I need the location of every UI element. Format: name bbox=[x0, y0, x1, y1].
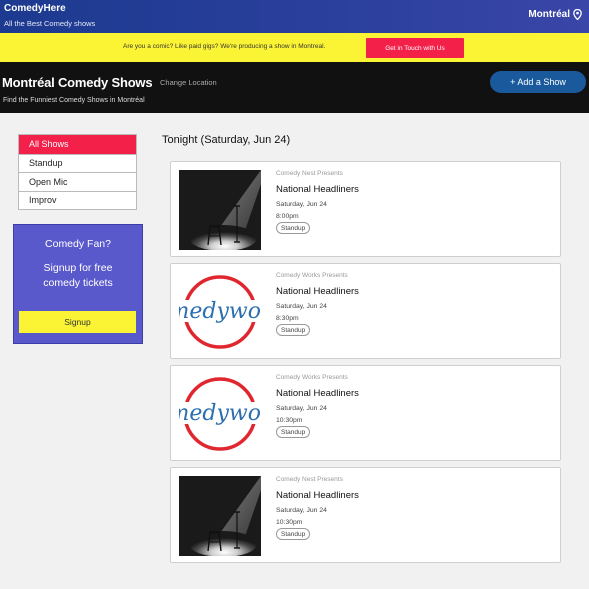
comedyworks-logo-image: medywor bbox=[179, 374, 261, 454]
page-header: Montréal Comedy Shows Change Location Fi… bbox=[0, 62, 589, 113]
spotlight-stage-image bbox=[179, 476, 261, 556]
comedyworks-logo-image: medywor bbox=[179, 272, 261, 352]
spotlight-stage-image bbox=[179, 170, 261, 250]
top-bar: ComedyHere All the Best Comedy shows Mon… bbox=[0, 0, 589, 33]
category-tag[interactable]: Standup bbox=[276, 426, 311, 438]
show-card[interactable]: Comedy Nest Presents National Headliners… bbox=[170, 467, 561, 563]
add-show-button[interactable]: + Add a Show bbox=[490, 71, 586, 93]
comedyworks-logo-text: medywor bbox=[179, 401, 261, 426]
filter-all-shows[interactable]: All Shows bbox=[19, 135, 136, 154]
filter-standup[interactable]: Standup bbox=[19, 153, 136, 173]
show-title[interactable]: National Headliners bbox=[276, 490, 359, 501]
show-title[interactable]: National Headliners bbox=[276, 388, 359, 399]
show-date: Saturday, Jun 24 bbox=[276, 303, 327, 310]
city-selector[interactable]: Montréal bbox=[528, 9, 582, 20]
map-pin-icon bbox=[573, 9, 582, 20]
promo-text: Are you a comic? Like paid gigs? We're p… bbox=[123, 43, 326, 50]
show-card[interactable]: medywor Comedy Works Presents National H… bbox=[170, 263, 561, 359]
brand-name[interactable]: ComedyHere bbox=[4, 3, 66, 14]
brand-tagline: All the Best Comedy shows bbox=[4, 19, 96, 28]
show-title[interactable]: National Headliners bbox=[276, 184, 359, 195]
show-image[interactable]: medywor bbox=[179, 272, 261, 352]
signup-button[interactable]: Signup bbox=[19, 311, 136, 333]
show-date: Saturday, Jun 24 bbox=[276, 507, 327, 514]
filter-improv[interactable]: Improv bbox=[19, 190, 136, 210]
comedy-fan-signup-box: Comedy Fan? Signup for free comedy ticke… bbox=[13, 224, 143, 344]
show-time: 10:30pm bbox=[276, 519, 303, 526]
comedyworks-logo-text: medywor bbox=[179, 299, 261, 324]
show-time: 10:30pm bbox=[276, 417, 303, 424]
show-time: 8:00pm bbox=[276, 213, 299, 220]
filter-open-mic[interactable]: Open Mic bbox=[19, 172, 136, 191]
page-title: Montréal Comedy Shows bbox=[2, 75, 153, 90]
category-tag[interactable]: Standup bbox=[276, 222, 311, 234]
show-presenter: Comedy Nest Presents bbox=[276, 170, 343, 177]
section-title: Tonight (Saturday, Jun 24) bbox=[162, 134, 291, 146]
get-in-touch-button[interactable]: Get in Touch with Us bbox=[366, 38, 464, 58]
promo-banner: Are you a comic? Like paid gigs? We're p… bbox=[0, 33, 589, 62]
change-location-link[interactable]: Change Location bbox=[160, 78, 217, 87]
city-label: Montréal bbox=[528, 9, 570, 20]
show-image[interactable] bbox=[179, 170, 261, 250]
page-subtitle: Find the Funniest Comedy Shows in Montré… bbox=[3, 97, 145, 104]
show-title[interactable]: National Headliners bbox=[276, 286, 359, 297]
show-date: Saturday, Jun 24 bbox=[276, 201, 327, 208]
show-presenter: Comedy Works Presents bbox=[276, 374, 348, 381]
category-tag[interactable]: Standup bbox=[276, 528, 311, 540]
show-presenter: Comedy Nest Presents bbox=[276, 476, 343, 483]
show-card[interactable]: medywor Comedy Works Presents National H… bbox=[170, 365, 561, 461]
category-tag[interactable]: Standup bbox=[276, 324, 311, 336]
fan-box-text: Signup for free comedy tickets bbox=[43, 262, 113, 289]
fan-box-title: Comedy Fan? bbox=[45, 238, 111, 250]
show-image[interactable] bbox=[179, 476, 261, 556]
show-presenter: Comedy Works Presents bbox=[276, 272, 348, 279]
show-time: 8:30pm bbox=[276, 315, 299, 322]
show-date: Saturday, Jun 24 bbox=[276, 405, 327, 412]
show-image[interactable]: medywor bbox=[179, 374, 261, 454]
category-filter-list: All Shows Standup Open Mic Improv bbox=[18, 134, 137, 210]
show-card[interactable]: Comedy Nest Presents National Headliners… bbox=[170, 161, 561, 257]
